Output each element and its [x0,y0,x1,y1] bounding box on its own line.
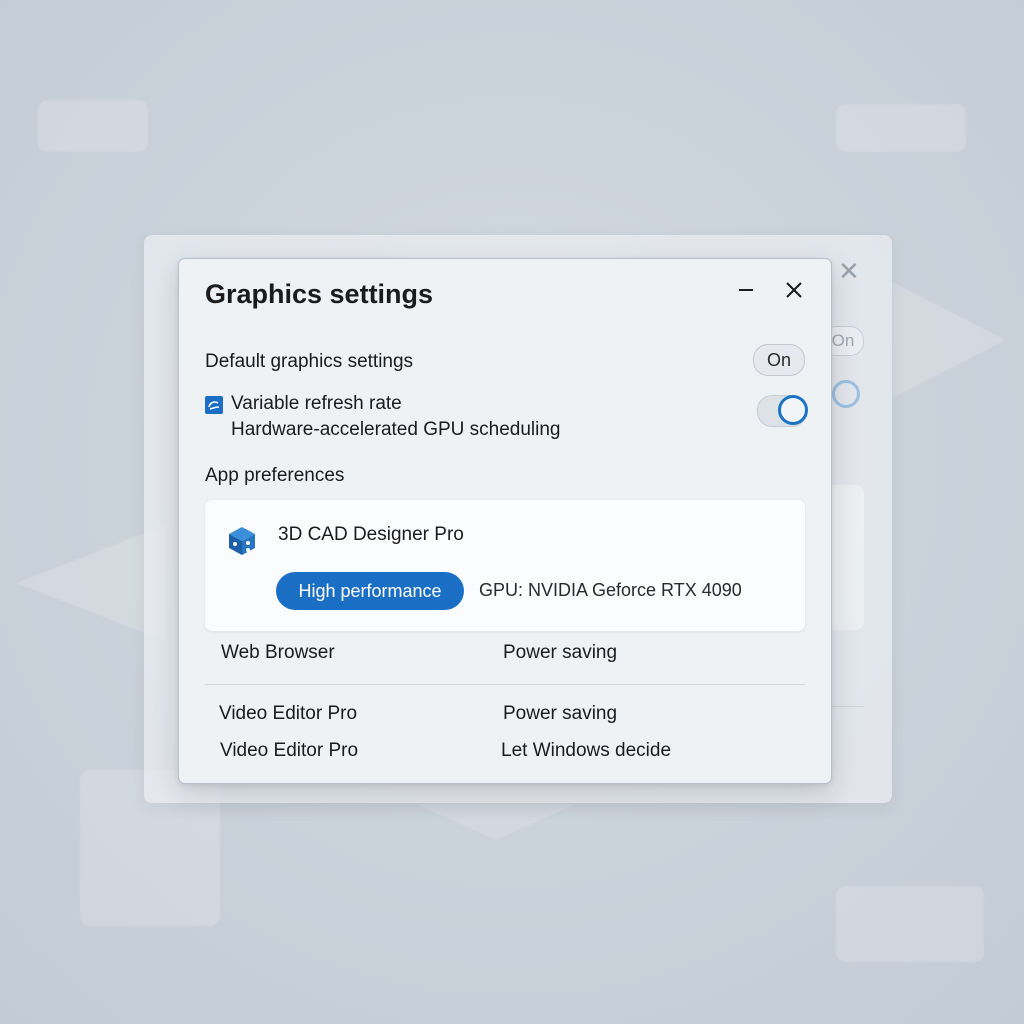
background-panel [836,104,966,152]
selected-app-name: 3D CAD Designer Pro [278,524,464,545]
toggle-knob [778,395,808,425]
variable-refresh-toggle[interactable] [757,395,808,427]
close-icon [786,282,802,298]
variable-refresh-rate-label: Variable refresh rate [231,393,402,414]
app-name: Video Editor Pro [219,703,358,724]
app-preferences-heading: App preferences [205,465,345,486]
gpu-info: GPU: NVIDIA Geforce RTX 4090 [479,580,742,600]
background-toggle-knob [832,380,860,408]
background-panel [836,886,984,962]
default-graphics-settings-label: Default graphics settings [205,351,414,372]
high-performance-button[interactable]: High performance [276,572,464,610]
app-preference: Let Windows decide [501,740,672,761]
close-button[interactable] [777,273,811,307]
list-item[interactable]: Video Editor Pro Power saving [205,697,805,733]
list-item[interactable]: Web Browser Power saving [205,636,805,672]
dialog-title: Graphics settings [205,279,434,309]
list-item[interactable]: Video Editor Pro Let Windows decide [205,734,805,770]
minimize-icon [739,289,753,291]
app-name: Web Browser [221,642,335,663]
cube-app-icon [229,527,255,555]
minimize-button[interactable] [729,273,763,307]
background-close-icon: ✕ [838,256,860,286]
background-triangle [892,282,1006,398]
refresh-rate-icon [205,396,223,414]
background-triangle [416,804,576,840]
default-graphics-state-pill[interactable]: On [753,344,805,376]
list-divider [205,684,805,685]
graphics-settings-dialog: Graphics settings Default graphics setti… [178,258,832,784]
selected-app-card[interactable]: 3D CAD Designer Pro High performance GPU… [205,500,805,631]
hags-label: Hardware-accelerated GPU scheduling [231,419,561,440]
app-name: Video Editor Pro [220,740,359,761]
app-preference: Power saving [503,642,618,663]
app-preference: Power saving [503,703,618,724]
background-panel [38,100,148,152]
